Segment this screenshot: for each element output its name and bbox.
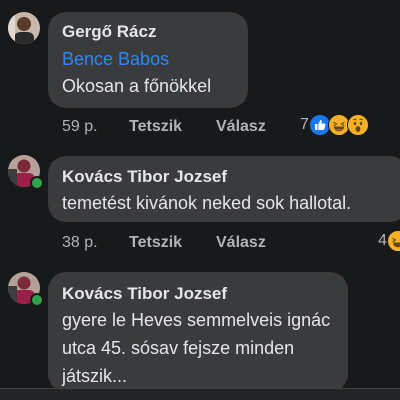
comment-text: temetést kivánok neked sok hallotal.: [62, 193, 352, 213]
reaction-count: 4: [378, 232, 387, 249]
comment-text: játszik...: [62, 366, 128, 386]
reply-button[interactable]: Válasz: [216, 234, 266, 252]
reaction-summary[interactable]: 7: [300, 114, 369, 136]
wow-icon: [346, 114, 369, 136]
comment-text: gyere le Heves semmelveis ignác: [62, 310, 331, 330]
avatar[interactable]: [8, 12, 40, 44]
reply-button[interactable]: Válasz: [216, 118, 266, 136]
reaction-summary[interactable]: 4: [378, 230, 400, 252]
comment-author[interactable]: Kovács Tibor Jozsef: [62, 167, 227, 187]
online-status-dot: [30, 176, 44, 190]
like-button[interactable]: Tetszik: [129, 234, 182, 252]
online-status-dot: [30, 293, 44, 307]
comment-author[interactable]: Gergő Rácz: [62, 22, 156, 42]
comment-author[interactable]: Kovács Tibor Jozsef: [62, 284, 227, 304]
comment-text: utca 45. sósav fejsze minden: [62, 338, 295, 358]
mention-link[interactable]: Bence Babos: [62, 49, 169, 70]
comment-timestamp[interactable]: 38 p.: [62, 234, 98, 252]
haha-icon: [386, 230, 400, 252]
bottom-bar: [0, 388, 400, 400]
like-button[interactable]: Tetszik: [129, 118, 182, 136]
comment-timestamp[interactable]: 59 p.: [62, 118, 98, 136]
comment-thread: Gergő Rácz Bence Babos Okosan a főnökkel…: [0, 0, 400, 400]
comment-text: Okosan a főnökkel: [62, 76, 212, 96]
reaction-count: 7: [300, 116, 309, 133]
